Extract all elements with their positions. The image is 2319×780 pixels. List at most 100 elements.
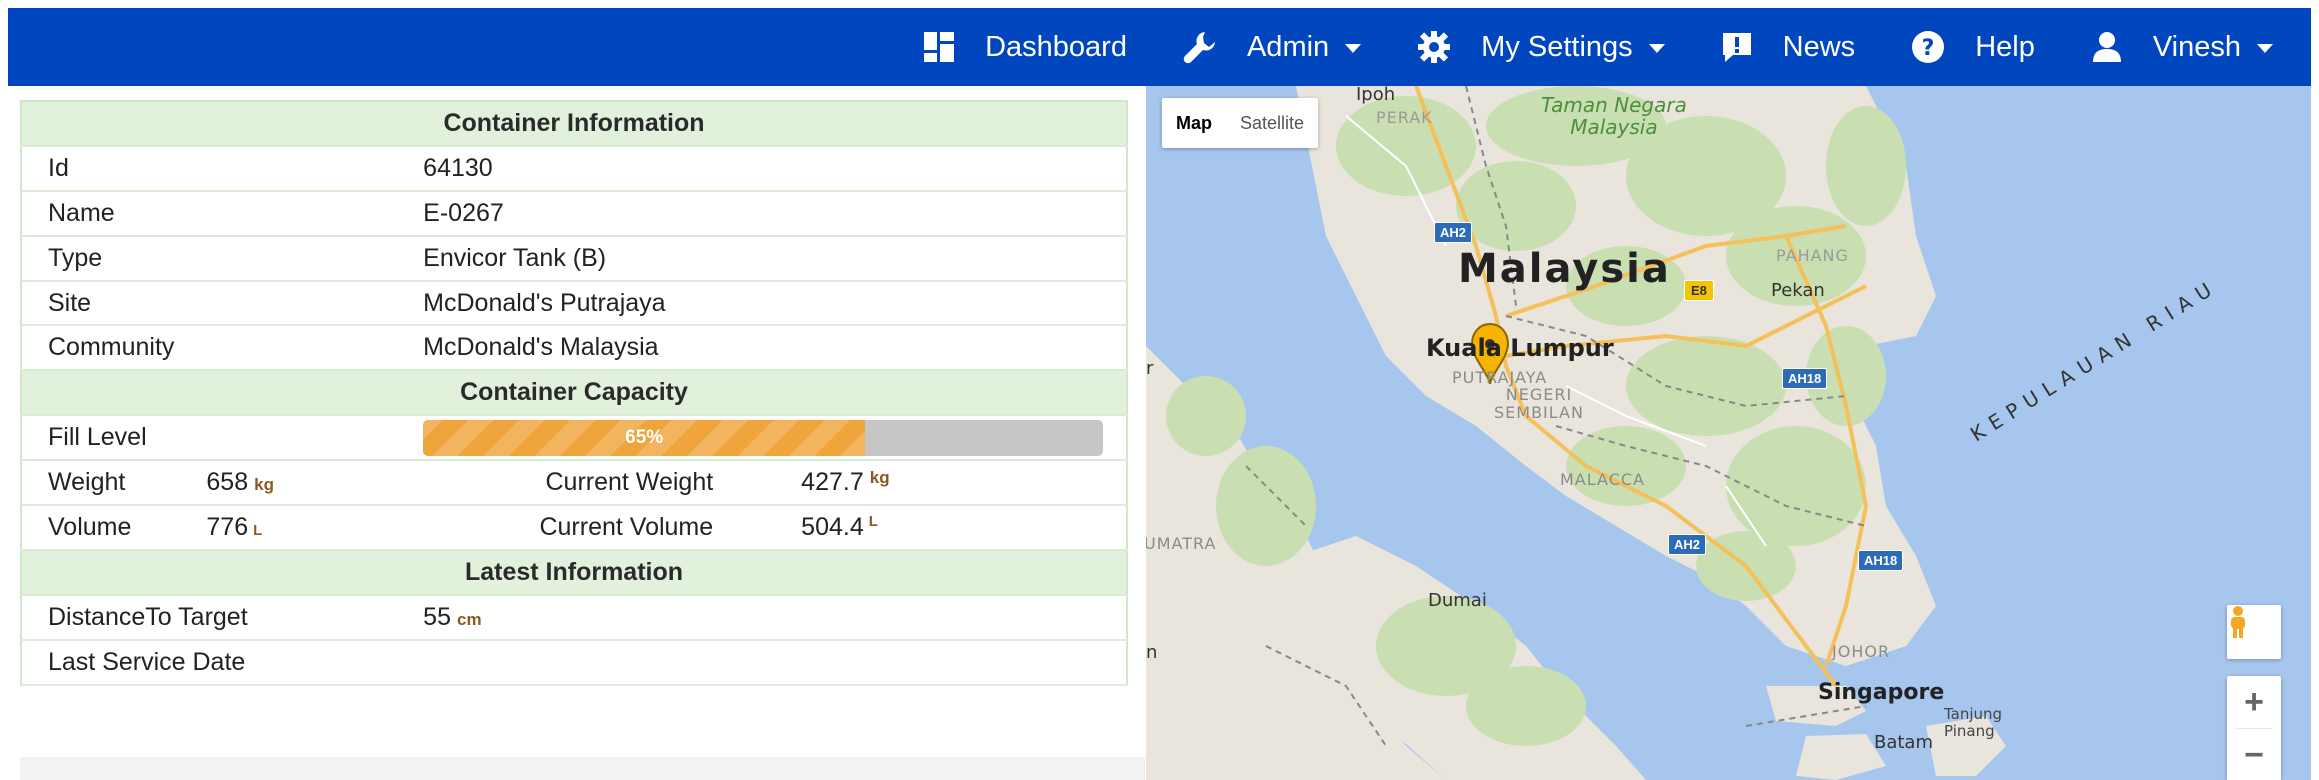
volume-row: Volume 776 L Current Volume 504.4 L <box>21 505 1127 551</box>
map-label-taman-negara: Taman Negara Malaysia <box>1541 93 1687 139</box>
map-label-kuala-lumpur: Kuala Lumpur <box>1426 334 1614 362</box>
latest-information-heading: Latest Information <box>21 549 1127 596</box>
chevron-down-icon <box>1345 44 1362 53</box>
nav-dashboard[interactable]: Dashboard <box>923 8 1127 86</box>
table-row: Site McDonald's Putrajaya <box>21 280 1127 327</box>
row-label: Community <box>21 325 424 372</box>
volume-value: 776 <box>206 512 249 541</box>
location-map[interactable]: Map Satellite Ipoh PERAK Taman Negara Ma… <box>1146 86 2311 780</box>
highway-badge: E8 <box>1684 280 1714 301</box>
svg-text:?: ? <box>1922 36 1935 61</box>
table-row: Name E-0267 <box>21 190 1127 237</box>
highway-badge: AH18 <box>1858 550 1904 571</box>
weight-unit: kg <box>254 475 274 495</box>
chevron-down-icon <box>1648 44 1665 53</box>
highway-badge: AH2 <box>1668 534 1707 555</box>
zoom-out-button[interactable]: − <box>2227 729 2281 780</box>
table-row: Community McDonald's Malaysia <box>21 325 1127 372</box>
nav-settings-label: My Settings <box>1481 30 1633 63</box>
distance-value: 55 <box>423 602 451 631</box>
container-information-heading: Container Information <box>21 101 1127 147</box>
map-label-pekan: Pekan <box>1771 280 1825 301</box>
pegman-icon <box>2231 606 2245 638</box>
section-header: Container Capacity <box>21 370 1127 417</box>
weight-row: Weight 658 kg Current Weight 427.7 kg <box>21 460 1127 507</box>
zoom-in-button[interactable]: + <box>2227 676 2281 728</box>
top-navbar: Dashboard Admin My Settings News ? Help … <box>8 8 2311 86</box>
volume-label: Volume <box>21 505 207 551</box>
highway-badge: AH2 <box>1434 222 1473 243</box>
distance-unit: cm <box>456 609 482 629</box>
service-date-label: Last Service Date <box>21 639 424 686</box>
row-label: Id <box>21 145 424 192</box>
current-volume-unit: L <box>868 512 878 530</box>
map-label-malacca: MALACCA <box>1560 470 1645 489</box>
map-type-map-button[interactable]: Map <box>1162 98 1226 148</box>
dashboard-icon <box>923 31 955 63</box>
distance-label: DistanceTo Target <box>21 594 424 641</box>
map-label-edge-n: n <box>1146 642 1158 663</box>
current-volume-value: 504.4 <box>801 512 864 541</box>
user-icon <box>2091 31 2123 63</box>
gear-icon <box>1417 30 1451 64</box>
map-label-ipoh: Ipoh <box>1356 86 1396 105</box>
table-row: Last Service Date <box>21 639 1127 686</box>
volume-unit: L <box>253 521 263 539</box>
news-alert-icon <box>1721 31 1753 63</box>
row-value: 64130 <box>423 145 1127 192</box>
map-label-negeri-sembilan: NEGERI SEMBILAN <box>1494 385 1584 422</box>
current-weight-unit: kg <box>869 468 890 488</box>
fill-level-progress: 65% <box>423 419 1104 456</box>
nav-help[interactable]: ? Help <box>1911 8 2035 86</box>
weight-cell: 658 kg <box>206 460 424 507</box>
zoom-control: + − <box>2227 676 2281 780</box>
container-capacity-heading: Container Capacity <box>21 370 1127 417</box>
footer-strip <box>20 757 1145 780</box>
chevron-down-icon <box>2257 44 2273 53</box>
section-header: Latest Information <box>21 549 1127 596</box>
container-info-table: Container Information Id 64130 Name E-02… <box>20 100 1128 686</box>
nav-admin[interactable]: Admin <box>1183 8 1362 86</box>
table-row: DistanceTo Target 55 cm <box>21 594 1127 641</box>
map-label-tanjung-pinang: Tanjung Pinang <box>1944 705 2003 740</box>
street-view-pegman-button[interactable] <box>2227 605 2281 659</box>
weight-label: Weight <box>21 460 207 507</box>
current-volume-label: Current Volume <box>539 512 714 541</box>
table-row: Id 64130 <box>21 145 1127 192</box>
fill-level-row: Fill Level 65% <box>21 415 1127 462</box>
section-header: Container Information <box>21 101 1127 147</box>
map-label-malaysia: Malaysia <box>1458 246 1671 292</box>
nav-user-menu[interactable]: Vinesh <box>2091 8 2273 86</box>
map-label-sumatra: UMATRA <box>1146 534 1217 553</box>
weight-value: 658 <box>206 468 249 497</box>
map-canvas <box>1146 86 2006 780</box>
row-label: Name <box>21 190 424 237</box>
map-label-singapore: Singapore <box>1818 680 1945 705</box>
nav-admin-label: Admin <box>1246 30 1330 63</box>
map-label-johor: JOHOR <box>1832 642 1891 661</box>
fill-level-label: Fill Level <box>21 415 424 462</box>
help-icon: ? <box>1911 30 1945 64</box>
row-label: Site <box>21 280 424 327</box>
nav-my-settings[interactable]: My Settings <box>1417 8 1665 86</box>
service-date-value <box>423 639 1127 686</box>
current-weight-value: 427.7 <box>801 468 864 497</box>
volume-cell: 776 L <box>206 505 424 551</box>
map-label-dumai: Dumai <box>1428 590 1487 611</box>
wrench-icon <box>1183 30 1217 64</box>
fill-level-bar: 65% <box>423 419 866 456</box>
map-label-pahang: PAHANG <box>1776 246 1849 265</box>
nav-news[interactable]: News <box>1721 8 1856 86</box>
nav-user-label: Vinesh <box>2152 30 2241 63</box>
row-value: McDonald's Putrajaya <box>423 280 1127 327</box>
map-label-perak: PERAK <box>1376 108 1433 127</box>
current-weight-label: Current Weight <box>545 468 714 497</box>
map-label-batam: Batam <box>1874 732 1934 753</box>
row-value: E-0267 <box>423 190 1127 237</box>
highway-badge: AH18 <box>1782 368 1828 389</box>
table-row: Type Envicor Tank (B) <box>21 235 1127 282</box>
nav-help-label: Help <box>1975 30 2035 63</box>
nav-news-label: News <box>1782 30 1856 63</box>
nav-dashboard-label: Dashboard <box>985 30 1127 63</box>
map-type-satellite-button[interactable]: Satellite <box>1226 98 1318 148</box>
